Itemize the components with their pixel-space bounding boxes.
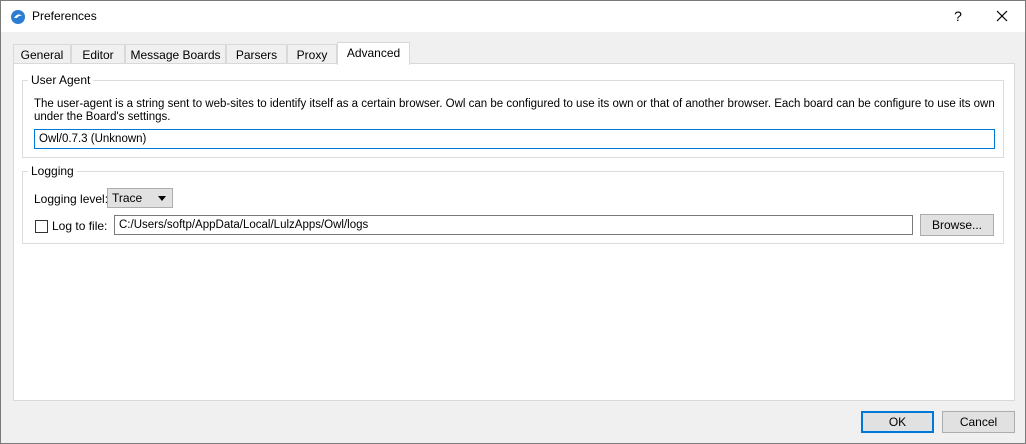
cancel-button[interactable]: Cancel (942, 411, 1015, 433)
logging-level-value: Trace (112, 191, 143, 205)
log-to-file-label[interactable]: Log to file: (52, 219, 107, 233)
title-bar[interactable]: Preferences ? (1, 1, 1025, 32)
user-agent-group: User Agent The user-agent is a string se… (22, 73, 1004, 158)
logging-level-label: Logging level: (34, 192, 109, 206)
browse-button[interactable]: Browse... (920, 214, 994, 236)
tab-proxy[interactable]: Proxy (287, 44, 337, 64)
user-agent-description: The user-agent is a string sent to web-s… (34, 98, 995, 123)
ok-button[interactable]: OK (861, 411, 934, 433)
chevron-down-icon (158, 196, 166, 201)
preferences-dialog: Preferences ? General Editor Message Boa… (0, 0, 1026, 444)
logging-level-dropdown[interactable]: Trace (107, 188, 173, 208)
close-icon[interactable] (985, 4, 1019, 29)
advanced-tab-panel: User Agent The user-agent is a string se… (13, 63, 1015, 401)
tab-advanced[interactable]: Advanced (337, 42, 410, 65)
logging-group: Logging Logging level: Trace Log to file… (22, 164, 1004, 244)
tab-message-boards[interactable]: Message Boards (125, 44, 226, 64)
help-button[interactable]: ? (941, 4, 975, 29)
user-agent-input[interactable]: Owl/0.7.3 (Unknown) (34, 129, 995, 149)
tab-general[interactable]: General (13, 44, 71, 64)
logging-group-title: Logging (28, 164, 77, 178)
owl-app-icon (11, 10, 25, 24)
user-agent-group-title: User Agent (28, 73, 94, 87)
log-path-input[interactable]: C:/Users/softp/AppData/Local/LulzApps/Ow… (114, 215, 913, 235)
tab-editor[interactable]: Editor (71, 44, 125, 64)
window-title: Preferences (32, 9, 97, 23)
log-to-file-checkbox[interactable] (35, 220, 48, 233)
tab-parsers[interactable]: Parsers (226, 44, 287, 64)
